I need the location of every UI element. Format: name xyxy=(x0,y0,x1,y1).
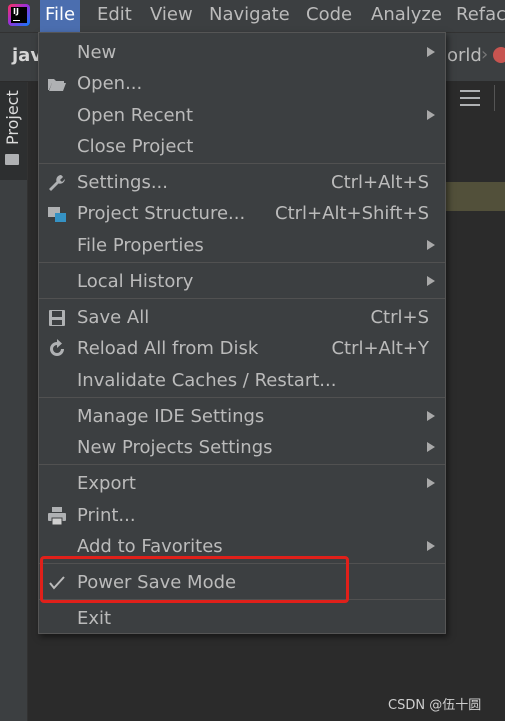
menu-item-open-recent[interactable]: Open Recent xyxy=(39,100,445,131)
menu-item-exit[interactable]: Exit xyxy=(39,603,445,634)
menu-item-invalidate-caches[interactable]: Invalidate Caches / Restart... xyxy=(39,365,445,396)
menu-item-export[interactable]: Export xyxy=(39,468,445,499)
menu-separator xyxy=(39,298,445,299)
editor-line-highlight xyxy=(446,182,505,211)
menu-item-close-project[interactable]: Close Project xyxy=(39,131,445,162)
submenu-arrow-icon xyxy=(427,411,435,421)
menu-item-label: Reload All from Disk xyxy=(77,338,259,359)
reload-icon xyxy=(50,339,64,356)
menu-item-new[interactable]: New xyxy=(39,37,445,68)
menu-item-label: New xyxy=(77,42,117,63)
wrench-icon xyxy=(49,175,65,191)
menu-item-label: Manage IDE Settings xyxy=(77,406,265,427)
menu-item-settings[interactable]: Settings... Ctrl+Alt+S xyxy=(39,167,445,198)
menu-item-shortcut: Ctrl+Alt+Y xyxy=(331,338,429,359)
menu-analyze[interactable]: Analyze xyxy=(366,0,447,32)
toolbar-divider xyxy=(494,85,495,111)
file-type-icon xyxy=(493,47,505,63)
main-menubar: IJ File Edit View Navigate Code Analyze … xyxy=(0,0,505,33)
menu-item-label: Local History xyxy=(77,271,194,292)
menu-item-label: Close Project xyxy=(77,136,194,157)
menu-edit[interactable]: Edit xyxy=(92,0,137,32)
project-tab-label: Project xyxy=(3,90,22,145)
menu-code[interactable]: Code xyxy=(301,0,357,32)
submenu-arrow-icon xyxy=(427,442,435,452)
menu-item-reload-all[interactable]: Reload All from Disk Ctrl+Alt+Y xyxy=(39,333,445,364)
menu-item-open[interactable]: Open... xyxy=(39,68,445,99)
watermark: CSDN @伍十圆 xyxy=(388,698,482,713)
menu-item-label: Print... xyxy=(77,505,136,526)
file-menu-dropdown: New Open... Open Recent Close Project Se… xyxy=(38,32,446,634)
breadcrumb-chevron-icon: › xyxy=(481,44,489,65)
save-icon xyxy=(49,310,65,326)
annotation-highlight-box xyxy=(40,556,349,603)
menu-item-new-projects-settings[interactable]: New Projects Settings xyxy=(39,432,445,463)
menu-item-label: Save All xyxy=(77,307,150,328)
intellij-logo-icon: IJ xyxy=(8,4,30,26)
menu-file[interactable]: File xyxy=(40,0,81,32)
submenu-arrow-icon xyxy=(427,541,435,551)
menu-item-label: New Projects Settings xyxy=(77,437,273,458)
menu-item-label: Project Structure... xyxy=(77,203,246,224)
menu-item-project-structure[interactable]: Project Structure... Ctrl+Alt+Shift+S xyxy=(39,198,445,229)
menu-separator xyxy=(39,464,445,465)
submenu-arrow-icon xyxy=(427,478,435,488)
menu-item-label: Export xyxy=(77,473,136,494)
menu-item-label: File Properties xyxy=(77,235,204,256)
menu-item-local-history[interactable]: Local History xyxy=(39,266,445,297)
folder-open-icon xyxy=(48,79,66,91)
breadcrumb-file[interactable]: orld xyxy=(447,45,482,66)
menu-item-label: Open Recent xyxy=(77,105,194,126)
project-structure-icon xyxy=(48,207,66,222)
collapse-all-icon[interactable] xyxy=(460,88,482,108)
submenu-arrow-icon xyxy=(427,110,435,120)
menu-item-manage-ide-settings[interactable]: Manage IDE Settings xyxy=(39,401,445,432)
menu-item-label: Invalidate Caches / Restart... xyxy=(77,370,337,391)
menu-separator xyxy=(39,163,445,164)
menu-item-file-properties[interactable]: File Properties xyxy=(39,230,445,261)
menu-item-shortcut: Ctrl+Alt+Shift+S xyxy=(275,203,429,224)
menu-item-label: Exit xyxy=(77,608,112,629)
menu-navigate[interactable]: Navigate xyxy=(204,0,295,32)
menu-separator xyxy=(39,262,445,263)
menu-item-save-all[interactable]: Save All Ctrl+S xyxy=(39,302,445,333)
menu-view[interactable]: View xyxy=(145,0,198,32)
menu-item-shortcut: Ctrl+Alt+S xyxy=(331,172,429,193)
submenu-arrow-icon xyxy=(427,240,435,250)
menu-refactor[interactable]: Refact xyxy=(451,0,505,32)
menu-item-shortcut: Ctrl+S xyxy=(370,307,429,328)
submenu-arrow-icon xyxy=(427,276,435,286)
menu-separator xyxy=(39,397,445,398)
submenu-arrow-icon xyxy=(427,47,435,57)
menu-item-print[interactable]: Print... xyxy=(39,500,445,531)
menu-item-label: Open... xyxy=(77,73,143,94)
printer-icon xyxy=(48,507,66,526)
menu-item-label: Settings... xyxy=(77,172,168,193)
folder-icon xyxy=(5,154,19,165)
